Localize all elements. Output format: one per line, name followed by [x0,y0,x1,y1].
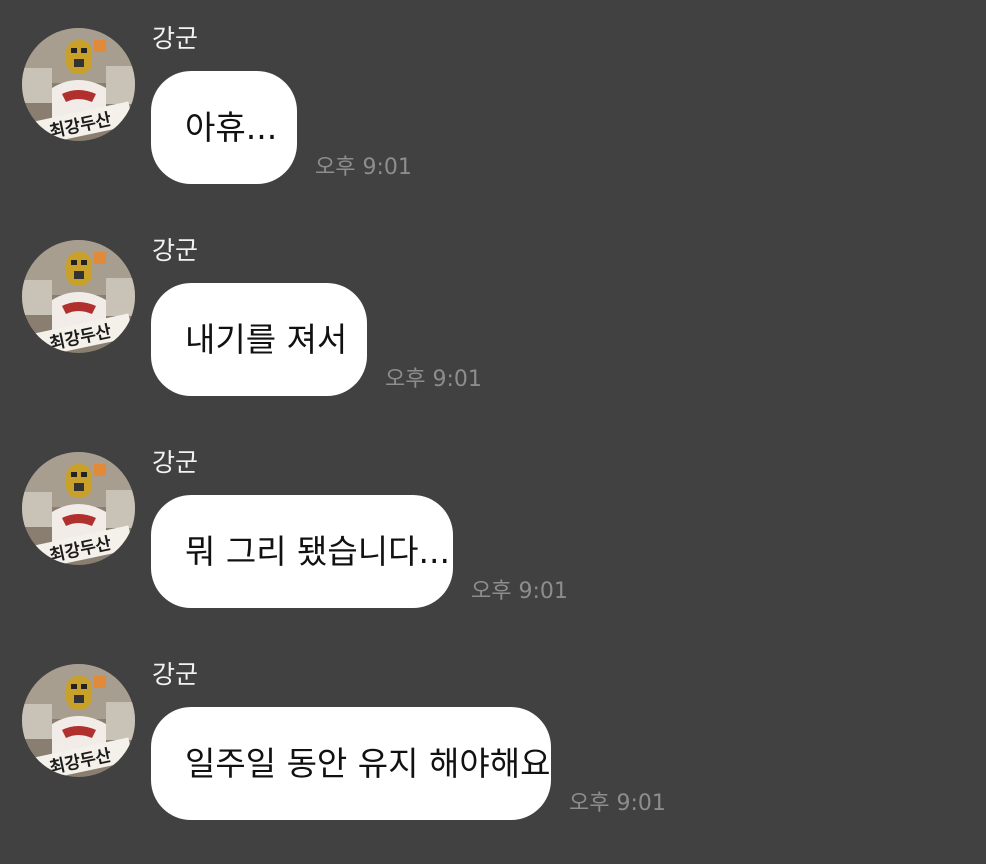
message-bubble[interactable]: 뭐 그리 됐습니다... [151,495,453,608]
message-row: 최강두산 강군 일주일 동안 유지 해야해요 오후 9:01 [0,636,986,836]
message-bubble[interactable]: 아휴... [151,71,297,184]
chat-message-list[interactable]: 최강두산 강군 아휴... 오후 9:01 최강두산 강군 내기를 져서 오후 … [0,0,986,864]
sender-name: 강군 [152,236,199,265]
message-row: 최강두산 강군 내기를 져서 오후 9:01 [0,212,986,412]
sender-name: 강군 [152,448,199,477]
message-row: 최강두산 강군 아휴... 오후 9:01 [0,0,986,200]
avatar-photo: 최강두산 [22,240,135,353]
sender-avatar[interactable]: 최강두산 [22,452,135,565]
avatar-photo: 최강두산 [22,664,135,777]
message-time: 오후 9:01 [315,155,412,180]
sender-name: 강군 [152,24,199,53]
message-row: 최강두산 강군 뭐 그리 됐습니다... 오후 9:01 [0,424,986,624]
avatar-photo: 최강두산 [22,28,135,141]
message-bubble[interactable]: 일주일 동안 유지 해야해요 [151,707,551,820]
sender-avatar[interactable]: 최강두산 [22,240,135,353]
sender-avatar[interactable]: 최강두산 [22,664,135,777]
sender-avatar[interactable]: 최강두산 [22,28,135,141]
message-time: 오후 9:01 [471,579,568,604]
message-bubble[interactable]: 내기를 져서 [151,283,367,396]
message-time: 오후 9:01 [385,367,482,392]
sender-name: 강군 [152,660,199,689]
avatar-photo: 최강두산 [22,452,135,565]
message-time: 오후 9:01 [569,791,666,816]
